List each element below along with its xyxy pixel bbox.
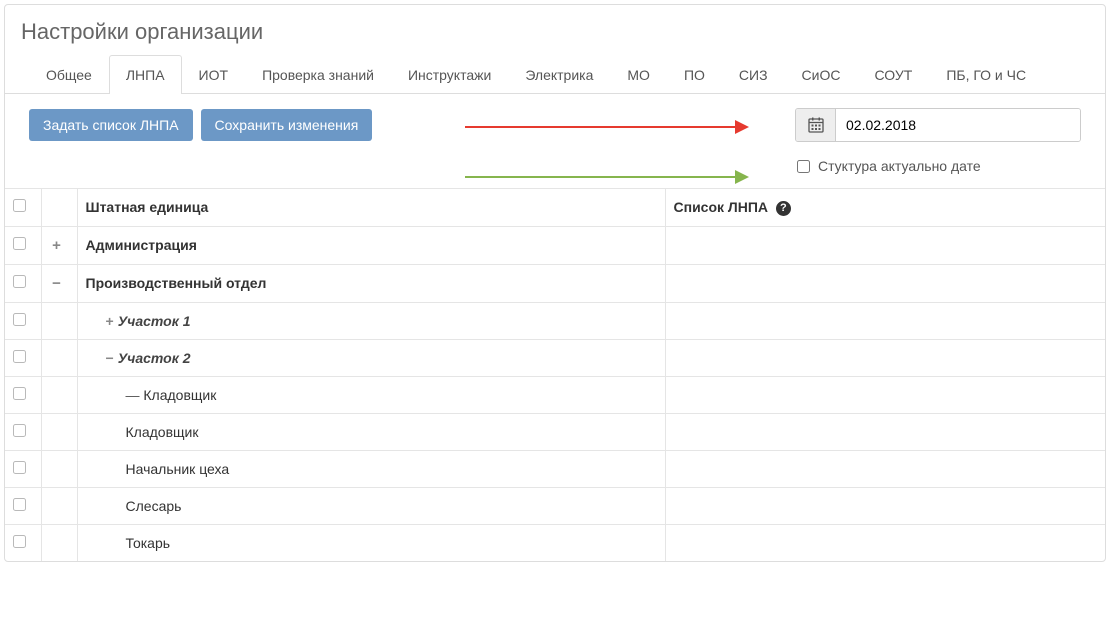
row-checkbox[interactable] [13, 350, 26, 363]
tabs: Общее ЛНПА ИОТ Проверка знаний Инструкта… [5, 55, 1105, 94]
structure-checkbox[interactable] [797, 160, 810, 173]
lnpa-cell [665, 450, 1105, 487]
lnpa-cell [665, 226, 1105, 264]
table-row: +Участок 1 [5, 302, 1105, 339]
structure-checkbox-text: Стуктура актуально дате [818, 158, 981, 174]
lnpa-cell [665, 524, 1105, 561]
table-row: Администрация [5, 226, 1105, 264]
tab-iot[interactable]: ИОТ [182, 55, 246, 94]
tab-siz[interactable]: СИЗ [722, 55, 785, 94]
table-row: Производственный отдел [5, 264, 1105, 302]
arrow-green-annotation [465, 170, 749, 184]
lnpa-cell [665, 376, 1105, 413]
unit-name[interactable]: — Кладовщик [77, 376, 665, 413]
help-icon[interactable]: ? [776, 201, 791, 216]
unit-name[interactable]: −Участок 2 [77, 339, 665, 376]
unit-name[interactable]: Токарь [77, 524, 665, 561]
row-checkbox[interactable] [13, 387, 26, 400]
lnpa-cell [665, 264, 1105, 302]
tab-general[interactable]: Общее [29, 55, 109, 94]
tab-mo[interactable]: МО [610, 55, 667, 94]
date-picker[interactable] [795, 108, 1081, 142]
row-checkbox[interactable] [13, 535, 26, 548]
arrow-red-annotation [465, 120, 749, 134]
row-checkbox[interactable] [13, 461, 26, 474]
collapse-icon[interactable] [50, 275, 64, 292]
lnpa-cell [665, 339, 1105, 376]
tab-briefings[interactable]: Инструктажи [391, 55, 508, 94]
table-row: −Участок 2 [5, 339, 1105, 376]
unit-name[interactable]: Кладовщик [77, 413, 665, 450]
unit-name[interactable]: Слесарь [77, 487, 665, 524]
tab-pbgo[interactable]: ПБ, ГО и ЧС [929, 55, 1043, 94]
lnpa-cell [665, 487, 1105, 524]
lnpa-cell [665, 413, 1105, 450]
table-row: Начальник цеха [5, 450, 1105, 487]
row-checkbox[interactable] [13, 424, 26, 437]
tab-po[interactable]: ПО [667, 55, 722, 94]
tab-sios[interactable]: СиОС [785, 55, 858, 94]
collapse-icon[interactable]: − [106, 350, 114, 366]
expand-icon[interactable] [50, 237, 64, 254]
units-table: Штатная единица Список ЛНПА ? Администра… [5, 188, 1105, 561]
tab-knowledge[interactable]: Проверка знаний [245, 55, 391, 94]
select-all-checkbox[interactable] [13, 199, 26, 212]
col-header-lnpa: Список ЛНПА [674, 199, 769, 215]
date-input[interactable] [836, 109, 1080, 141]
tab-lnpa[interactable]: ЛНПА [109, 55, 182, 94]
unit-name[interactable]: +Участок 1 [77, 302, 665, 339]
page-title: Настройки организации [5, 5, 1105, 55]
table-row: Кладовщик [5, 413, 1105, 450]
toolbar: Задать список ЛНПА Сохранить изменения [5, 94, 1105, 152]
row-checkbox[interactable] [13, 498, 26, 511]
structure-checkbox-row: Стуктура актуально дате [5, 152, 1105, 188]
save-changes-button[interactable]: Сохранить изменения [201, 109, 373, 141]
row-checkbox[interactable] [13, 237, 26, 250]
row-checkbox[interactable] [13, 313, 26, 326]
table-row: — Кладовщик [5, 376, 1105, 413]
tab-electrics[interactable]: Электрика [508, 55, 610, 94]
structure-checkbox-label[interactable]: Стуктура актуально дате [797, 158, 1081, 174]
col-header-unit: Штатная единица [77, 189, 665, 227]
unit-name[interactable]: Производственный отдел [77, 264, 665, 302]
set-lnpa-list-button[interactable]: Задать список ЛНПА [29, 109, 193, 141]
lnpa-cell [665, 302, 1105, 339]
expand-icon[interactable]: + [106, 313, 114, 329]
unit-name[interactable]: Начальник цеха [77, 450, 665, 487]
table-row: Слесарь [5, 487, 1105, 524]
unit-name[interactable]: Администрация [77, 226, 665, 264]
calendar-icon[interactable] [796, 109, 836, 141]
tab-sout[interactable]: СОУТ [857, 55, 929, 94]
row-checkbox[interactable] [13, 275, 26, 288]
table-row: Токарь [5, 524, 1105, 561]
